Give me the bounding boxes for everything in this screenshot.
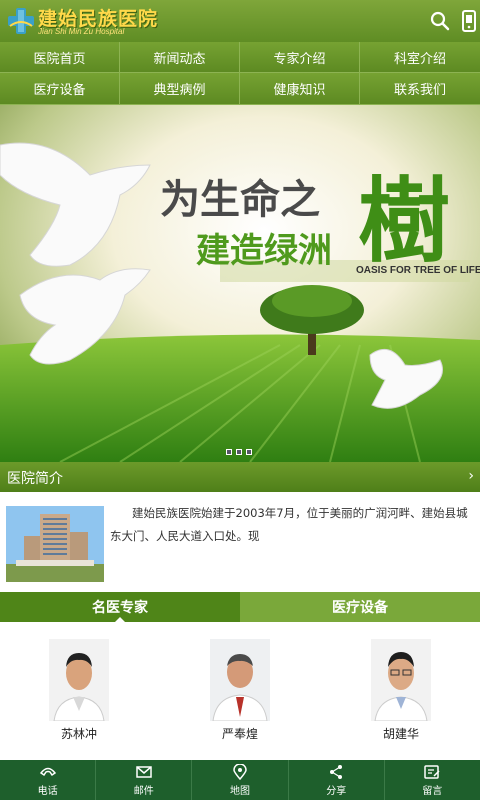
banner-big-char: 樹 — [358, 167, 450, 275]
banner-dot[interactable] — [226, 449, 232, 455]
mail-icon — [136, 765, 152, 778]
banner-english: OASIS FOR TREE OF LIFE — [356, 265, 480, 276]
main-nav: 医院首页 新闻动态 专家介绍 科室介绍 医疗设备 典型病例 健康知识 联系我们 — [0, 42, 480, 105]
expert-photo — [371, 639, 431, 721]
banner-pagination — [226, 449, 252, 455]
bottom-item-phone[interactable]: 电话 — [0, 760, 97, 800]
banner-headline-1: 为生命之 — [160, 177, 320, 223]
expert-name: 严奉煌 — [221, 727, 258, 741]
nav-item-cases[interactable]: 典型病例 — [120, 73, 240, 105]
bottom-toolbar: 电话 邮件 地图 分享 留言 — [0, 760, 480, 800]
expert-card[interactable]: 苏林冲 — [44, 639, 114, 742]
banner-headline-2: 建造绿洲 — [196, 231, 332, 271]
share-icon — [330, 764, 343, 779]
logo-cross-icon[interactable] — [6, 6, 36, 36]
phone-icon[interactable] — [457, 9, 480, 33]
expert-card[interactable]: 严奉煌 — [205, 639, 275, 742]
bottom-item-map[interactable]: 地图 — [192, 760, 289, 800]
tab-experts[interactable]: 名医专家 — [0, 592, 240, 623]
hospital-name-en: Jian Shi Min Zu Hospital — [38, 27, 125, 36]
bottom-item-label: 邮件 — [133, 785, 154, 797]
bottom-item-label: 分享 — [326, 785, 347, 797]
bottom-item-label: 留言 — [422, 785, 443, 797]
intro-section-bar[interactable]: 医院简介 › — [0, 462, 480, 492]
nav-item-contact[interactable]: 联系我们 — [360, 73, 480, 105]
nav-item-equipment[interactable]: 医疗设备 — [0, 73, 120, 105]
nav-item-experts[interactable]: 专家介绍 — [240, 42, 360, 73]
search-icon[interactable] — [428, 9, 452, 33]
tab-active-caret — [114, 617, 126, 623]
intro-section-title: 医院简介 — [7, 471, 63, 487]
bottom-item-label: 地图 — [230, 785, 250, 797]
map-pin-icon — [233, 763, 247, 780]
expert-name: 苏林冲 — [60, 727, 97, 741]
bottom-item-label: 电话 — [37, 785, 58, 797]
banner-dot[interactable] — [236, 449, 242, 455]
expert-photo — [210, 639, 270, 721]
expert-photo — [49, 639, 109, 721]
app-header: 建始民族医院 Jian Shi Min Zu Hospital — [0, 0, 480, 42]
tab-experts-label: 名医专家 — [92, 600, 148, 616]
message-edit-icon — [424, 764, 440, 779]
tab-equipment[interactable]: 医疗设备 — [240, 592, 480, 622]
phone-handset-icon — [39, 767, 56, 776]
hero-banner[interactable]: 为生命之 建造绿洲 樹 OASIS FOR TREE OF LIFE — [0, 105, 480, 462]
nav-item-health[interactable]: 健康知识 — [240, 73, 360, 105]
intro-text: 建始民族医院始建于2003年7月，位于美丽的广润河畔、建始县城东大门、人民大道入… — [110, 506, 468, 543]
nav-item-departments[interactable]: 科室介绍 — [360, 42, 480, 73]
bottom-item-message[interactable]: 留言 — [385, 760, 480, 800]
expert-name: 胡建华 — [382, 727, 419, 741]
banner-dot[interactable] — [246, 449, 252, 455]
nav-item-news[interactable]: 新闻动态 — [120, 42, 240, 73]
content-tabs: 名医专家 医疗设备 — [0, 592, 480, 623]
nav-item-home[interactable]: 医院首页 — [0, 42, 120, 73]
bottom-item-share[interactable]: 分享 — [289, 760, 385, 800]
bottom-item-mail[interactable]: 邮件 — [96, 760, 193, 800]
tab-equipment-label: 医疗设备 — [332, 600, 388, 616]
expert-card[interactable]: 胡建华 — [366, 639, 436, 742]
banner-image: 为生命之 建造绿洲 樹 OASIS FOR TREE OF LIFE — [0, 105, 480, 462]
chevron-right-icon[interactable]: › — [468, 468, 474, 484]
hospital-building-image[interactable] — [6, 506, 104, 582]
